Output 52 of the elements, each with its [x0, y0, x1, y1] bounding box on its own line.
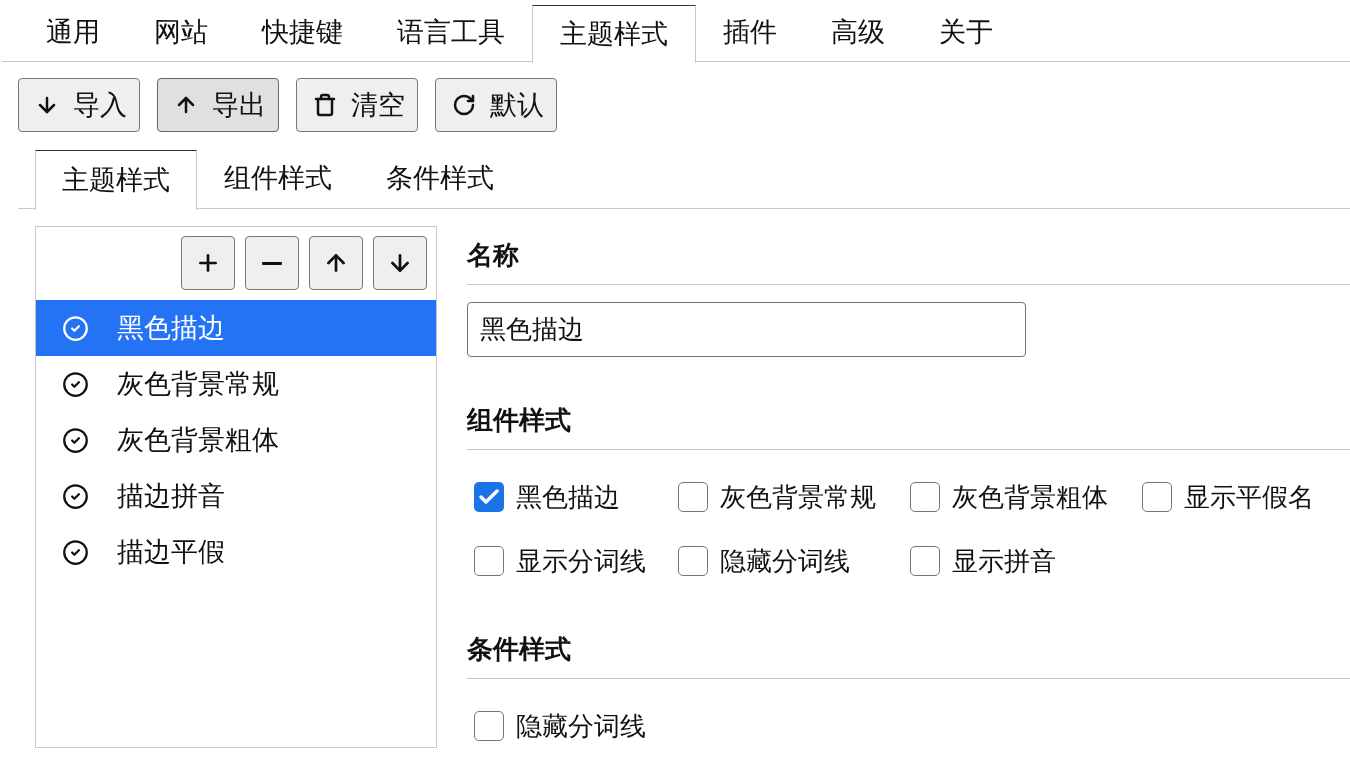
checkbox-label[interactable]: 灰色背景常规: [720, 484, 876, 510]
checkbox-label[interactable]: 显示平假名: [1184, 484, 1314, 510]
move-up-button[interactable]: [309, 236, 363, 290]
name-input[interactable]: 黑色描边: [467, 302, 1026, 357]
tab[interactable]: 关于: [912, 4, 1020, 61]
checkbox[interactable]: [910, 546, 940, 576]
list-item[interactable]: 描边平假: [36, 524, 436, 580]
checkbox[interactable]: [678, 546, 708, 576]
checkbox-label[interactable]: 显示分词线: [516, 548, 646, 574]
check-circle-icon: [62, 370, 89, 398]
trash-icon: [313, 93, 337, 117]
section-heading: 组件样式: [467, 405, 572, 436]
check-circle-icon: [62, 538, 89, 566]
check-circle-icon: [62, 482, 89, 510]
checkbox-label[interactable]: 黑色描边: [516, 484, 620, 510]
checkbox[interactable]: [474, 546, 504, 576]
checkbox[interactable]: [910, 482, 940, 512]
list-item[interactable]: 黑色描边: [36, 300, 436, 356]
checkbox[interactable]: [474, 711, 504, 741]
checkbox-label[interactable]: 隐藏分词线: [720, 548, 850, 574]
remove-button[interactable]: [245, 236, 299, 290]
tab[interactable]: 高级: [804, 4, 912, 61]
list-item[interactable]: 灰色背景常规: [36, 356, 436, 412]
tab[interactable]: 快捷键: [235, 4, 370, 61]
checkbox[interactable]: [474, 482, 504, 512]
checkbox-label[interactable]: 显示拼音: [952, 548, 1056, 574]
list-item[interactable]: 灰色背景粗体: [36, 412, 436, 468]
checkbox-label[interactable]: 灰色背景粗体: [952, 484, 1108, 510]
toolbar-button[interactable]: 导入: [18, 78, 140, 132]
add-button[interactable]: [181, 236, 235, 290]
tab[interactable]: 网站: [127, 4, 235, 61]
checkbox[interactable]: [1142, 482, 1172, 512]
section-heading: 条件样式: [467, 634, 572, 665]
check-circle-icon: [62, 314, 89, 342]
tab[interactable]: 组件样式: [197, 149, 359, 208]
tab[interactable]: 主题样式: [532, 4, 696, 63]
check-circle-icon: [62, 426, 89, 454]
checkbox-label[interactable]: 隐藏分词线: [516, 713, 646, 739]
tab[interactable]: 主题样式: [35, 149, 197, 210]
toolbar-button[interactable]: 导出: [157, 78, 279, 132]
minus-icon: [262, 261, 282, 265]
refresh-icon: [452, 93, 476, 117]
tab[interactable]: 语言工具: [370, 4, 532, 61]
tab[interactable]: 插件: [696, 4, 804, 61]
tab[interactable]: 条件样式: [359, 149, 521, 208]
toolbar-button[interactable]: 默认: [435, 78, 557, 132]
section-heading: 名称: [467, 240, 520, 271]
move-down-button[interactable]: [373, 236, 427, 290]
toolbar-button[interactable]: 清空: [296, 78, 418, 132]
tab[interactable]: 通用: [19, 4, 127, 61]
checkbox[interactable]: [678, 482, 708, 512]
list-item[interactable]: 描边拼音: [36, 468, 436, 524]
